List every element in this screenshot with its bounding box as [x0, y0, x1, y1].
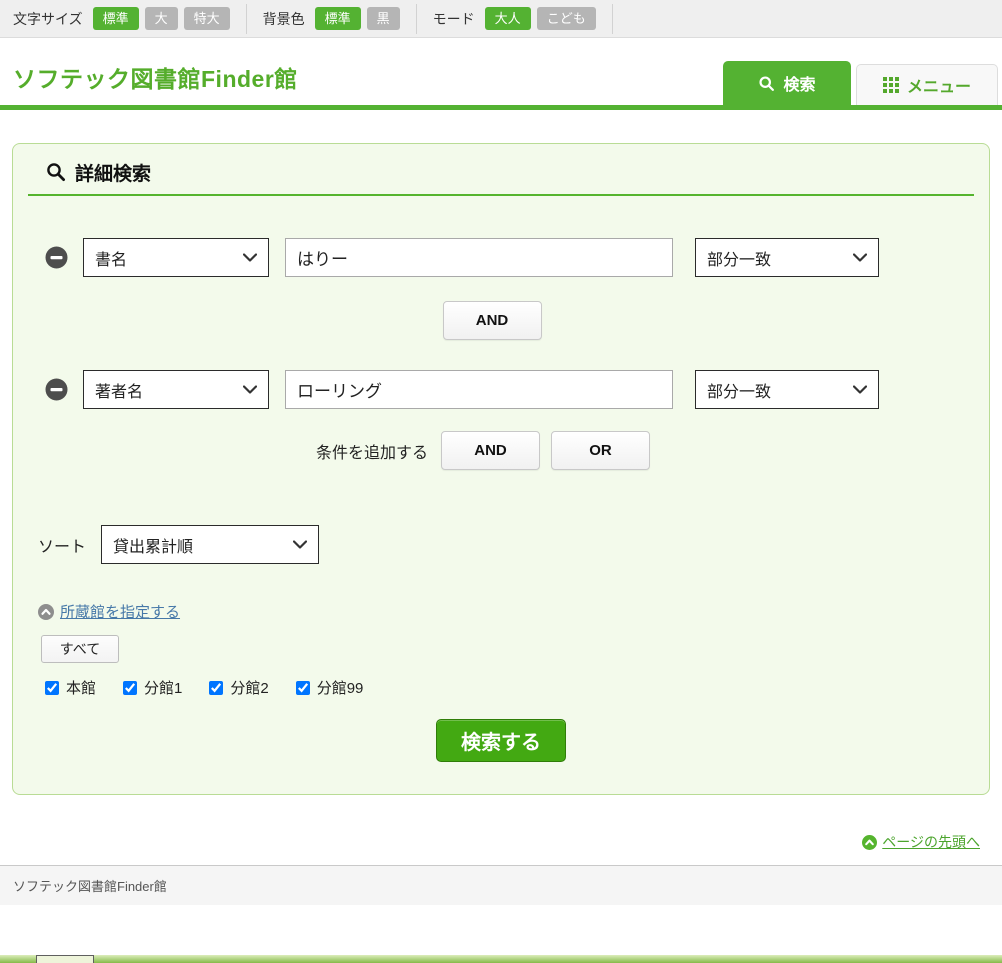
search-term-input[interactable] [285, 238, 673, 277]
font-size-xlarge-button[interactable]: 特大 [184, 7, 230, 31]
font-size-large-button[interactable]: 大 [145, 7, 178, 31]
specify-library-link[interactable]: 所蔵館を指定する [60, 601, 180, 622]
chevron-down-icon [243, 385, 257, 394]
remove-condition-icon[interactable] [45, 246, 68, 269]
and-connector-button[interactable]: AND [443, 301, 542, 340]
sort-row: ソート 貸出累計順 [28, 525, 974, 564]
library-checkbox-main[interactable]: 本館 [45, 677, 96, 698]
field-select-value: 書名 [95, 246, 127, 270]
page-top-row: ページの先頭へ [12, 832, 990, 852]
accessibility-toolbar: 文字サイズ 標準 大 特大 背景色 標準 黒 モード 大人 こども [0, 0, 1002, 38]
mode-group: モード 大人 こども [433, 7, 596, 31]
site-header: ソフテック図書館Finder館 検索 [0, 38, 1002, 105]
font-size-standard-button[interactable]: 標準 [93, 7, 139, 31]
chevron-down-icon [853, 385, 867, 394]
remove-condition-icon[interactable] [45, 378, 68, 401]
bg-color-black-button[interactable]: 黒 [367, 7, 400, 31]
tab-menu-label: メニュー [907, 73, 971, 97]
library-checkbox-branch99[interactable]: 分館99 [296, 677, 364, 698]
add-or-button[interactable]: OR [551, 431, 650, 470]
site-title: ソフテック図書館Finder館 [0, 38, 1002, 94]
menu-grid-icon [883, 77, 899, 93]
match-select-value: 部分一致 [707, 246, 771, 270]
main-content: 詳細検索 書名 部分一致 AND [0, 110, 1002, 852]
checkbox[interactable] [123, 681, 137, 695]
match-type-select[interactable]: 部分一致 [695, 238, 879, 277]
checkbox[interactable] [296, 681, 310, 695]
checkbox-label: 分館2 [230, 677, 268, 698]
checkbox-label: 本館 [66, 677, 96, 698]
tab-search[interactable]: 検索 [723, 61, 851, 105]
chevron-down-icon [243, 253, 257, 262]
select-all-libraries-button[interactable]: すべて [41, 635, 119, 663]
font-size-label: 文字サイズ [13, 9, 83, 29]
chevron-up-circle-icon [862, 835, 877, 850]
mode-kids-button[interactable]: こども [537, 7, 596, 31]
search-icon [46, 162, 66, 182]
sort-label: ソート [38, 533, 86, 557]
tab-search-label: 検索 [783, 71, 815, 95]
bottom-strip [0, 955, 1002, 963]
tab-menu[interactable]: メニュー [856, 64, 998, 105]
condition-row-1: 書名 部分一致 [28, 238, 974, 277]
condition-row-2: 著者名 部分一致 [28, 370, 974, 409]
add-condition-row: 条件を追加する AND OR [28, 431, 974, 470]
add-condition-label: 条件を追加する [316, 439, 428, 463]
chevron-down-icon [853, 253, 867, 262]
checkbox-label: 分館1 [144, 677, 182, 698]
library-checkbox-branch2[interactable]: 分館2 [209, 677, 268, 698]
footer: ソフテック図書館Finder館 [0, 865, 1002, 905]
library-filter-toggle-row: 所蔵館を指定する [28, 601, 974, 622]
chevron-down-icon [293, 540, 307, 549]
advanced-search-panel: 詳細検索 書名 部分一致 AND [12, 143, 990, 795]
library-checkbox-branch1[interactable]: 分館1 [123, 677, 182, 698]
toolbar-divider [246, 4, 247, 34]
search-term-input[interactable] [285, 370, 673, 409]
page-top-link[interactable]: ページの先頭へ [882, 832, 980, 852]
toolbar-divider [416, 4, 417, 34]
library-checkbox-row: 本館 分館1 分館2 分館99 [28, 677, 974, 698]
chevron-up-circle-icon [38, 604, 54, 620]
checkbox[interactable] [209, 681, 223, 695]
panel-title-text: 詳細検索 [75, 159, 151, 186]
bg-color-standard-button[interactable]: 標準 [315, 7, 361, 31]
page: 文字サイズ 標準 大 特大 背景色 標準 黒 モード 大人 こども ソフテック図… [0, 0, 1002, 963]
match-select-value: 部分一致 [707, 378, 771, 402]
toolbar-divider [612, 4, 613, 34]
checkbox-label: 分館99 [317, 677, 364, 698]
field-select-value: 著者名 [95, 378, 143, 402]
mode-label: モード [433, 9, 475, 29]
sort-select-value: 貸出累計順 [113, 533, 193, 557]
title-underline [28, 194, 974, 196]
bg-color-group: 背景色 標準 黒 [263, 7, 400, 31]
bg-color-label: 背景色 [263, 9, 305, 29]
connector-row: AND [28, 301, 974, 340]
panel-title: 詳細検索 [28, 158, 974, 186]
sort-select[interactable]: 貸出累計順 [101, 525, 319, 564]
match-type-select[interactable]: 部分一致 [695, 370, 879, 409]
checkbox[interactable] [45, 681, 59, 695]
footer-site-name: ソフテック図書館Finder館 [13, 876, 167, 895]
font-size-group: 文字サイズ 標準 大 特大 [13, 7, 230, 31]
field-select[interactable]: 著者名 [83, 370, 269, 409]
search-icon [758, 75, 775, 92]
bottom-strip-box [36, 955, 94, 963]
add-and-button[interactable]: AND [441, 431, 540, 470]
search-submit-button[interactable]: 検索する [436, 719, 566, 762]
mode-adult-button[interactable]: 大人 [485, 7, 531, 31]
field-select[interactable]: 書名 [83, 238, 269, 277]
